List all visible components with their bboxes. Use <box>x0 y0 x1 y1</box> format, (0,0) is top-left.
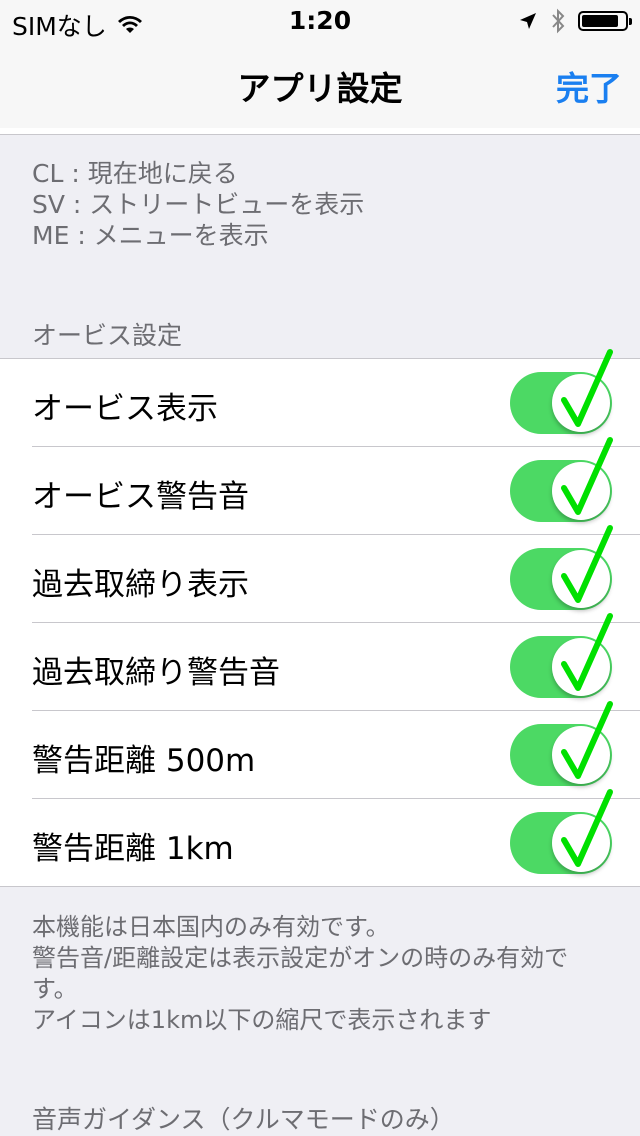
orbis-alert-sound-toggle[interactable] <box>510 437 613 522</box>
orbis-section-header: オービス設定 <box>32 321 183 350</box>
row-label: オービス警告音 <box>32 479 249 515</box>
checkmark-icon <box>561 701 613 779</box>
page-title: アプリ設定 <box>237 69 403 108</box>
legend-sv: SV : ストリートビューを表示 <box>32 190 365 219</box>
legend-cl: CL : 現在地に戻る <box>32 159 238 188</box>
settings-row: 警告距離 500m <box>32 701 640 799</box>
settings-row: 過去取締り警告音 <box>32 613 640 711</box>
checkmark-icon <box>561 437 613 515</box>
alert-distance-500m-toggle[interactable] <box>510 701 613 786</box>
alert-distance-1km-toggle[interactable] <box>510 789 613 874</box>
row-label: 警告距離 1km <box>32 831 234 867</box>
checkmark-icon <box>561 525 613 603</box>
past-enforcement-display-toggle[interactable] <box>510 525 613 610</box>
footer-line: 本機能は日本国内のみ有効です。 <box>32 913 390 941</box>
status-right <box>518 8 632 34</box>
footer-line: アイコンは1km以下の縮尺で表示されます <box>32 1006 492 1034</box>
settings-row: オービス警告音 <box>32 437 640 535</box>
settings-row: 警告距離 1km <box>32 789 640 886</box>
button-legend: CL : 現在地に戻る SV : ストリートビューを表示 ME : メニューを表… <box>32 158 364 251</box>
voice-section-header: 音声ガイダンス（クルマモードのみ） <box>32 1105 455 1134</box>
location-arrow-icon <box>520 13 536 29</box>
row-label: 過去取締り表示 <box>32 567 249 603</box>
status-bar: SIMなし 1:20 <box>0 0 640 41</box>
footer-line: す。 <box>32 975 78 1003</box>
battery-fill <box>582 15 618 27</box>
row-label: 過去取締り警告音 <box>32 655 280 691</box>
row-label: オービス表示 <box>32 391 218 427</box>
done-button[interactable]: 完了 <box>556 62 622 110</box>
orbis-section-footer: 本機能は日本国内のみ有効です。 警告音/距離設定は表示設定がオンの時のみ有効で … <box>32 912 612 1036</box>
bluetooth-icon <box>552 8 565 34</box>
battery-icon <box>578 11 632 31</box>
checkmark-icon <box>561 349 613 427</box>
footer-line: 警告音/距離設定は表示設定がオンの時のみ有効で <box>32 944 569 972</box>
settings-row: オービス表示 <box>32 349 640 447</box>
nav-separator <box>0 128 640 135</box>
orbis-settings-group: オービス表示 オービス警告音 過去取締り表示 過去取締り警告音 警告距離 500… <box>0 349 640 887</box>
settings-row: 過去取締り表示 <box>32 525 640 623</box>
orbis-display-toggle[interactable] <box>510 349 613 434</box>
past-enforcement-alert-toggle[interactable] <box>510 613 613 698</box>
row-label: 警告距離 500m <box>32 743 256 779</box>
checkmark-icon <box>561 613 613 691</box>
checkmark-icon <box>561 789 613 867</box>
legend-me: ME : メニューを表示 <box>32 221 269 250</box>
navigation-bar: アプリ設定 完了 <box>0 40 640 129</box>
